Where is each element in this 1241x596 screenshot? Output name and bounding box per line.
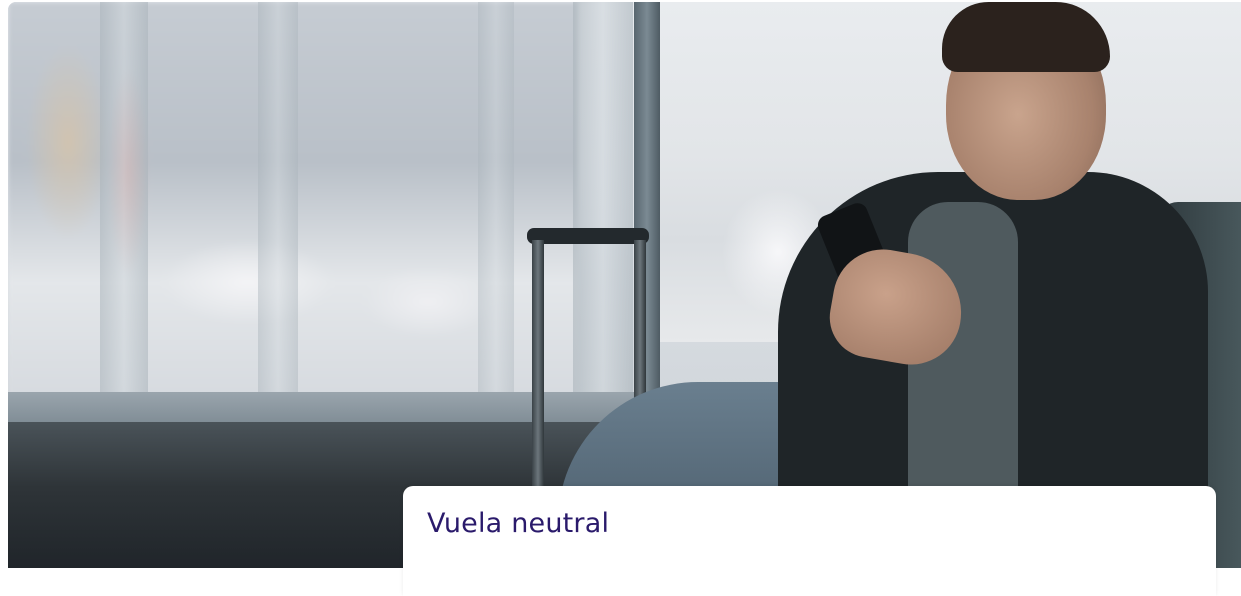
hero-image: [8, 2, 1241, 568]
promo-card[interactable]: Vuela neutral: [403, 486, 1216, 596]
hero-pillar: [258, 2, 298, 397]
hero-person-hair: [942, 2, 1110, 72]
hero-pillar: [573, 2, 633, 397]
hero-suitcase-handle: [527, 228, 649, 244]
promo-card-title[interactable]: Vuela neutral: [427, 508, 609, 539]
hero-pillar: [100, 2, 148, 397]
hero-suitcase-pole: [532, 240, 544, 490]
hero-pillar: [478, 2, 514, 397]
